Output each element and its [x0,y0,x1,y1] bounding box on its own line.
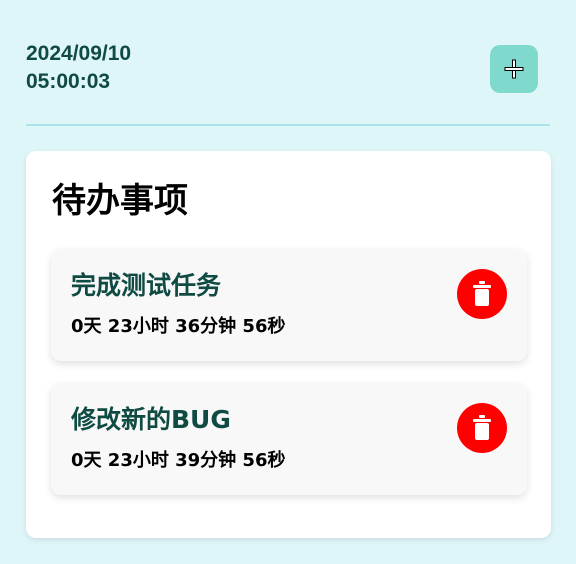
plus-icon [504,59,524,79]
add-todo-button[interactable] [490,45,538,93]
todo-item-countdown: 0天 23小时 39分钟 56秒 [71,450,286,471]
current-date: 2024/09/10 [26,42,132,65]
todo-item: 完成测试任务 0天 23小时 36分钟 56秒 [51,249,527,361]
datetime-display: 2024/09/10 05:00:03 [26,40,131,96]
todo-item-countdown: 0天 23小时 36分钟 56秒 [71,316,286,337]
header: 2024/09/10 05:00:03 [26,40,550,96]
delete-todo-button[interactable] [457,403,507,453]
todo-item: 修改新的BUG 0天 23小时 39分钟 56秒 [51,383,527,495]
delete-todo-button[interactable] [457,269,507,319]
trash-icon [473,415,491,440]
todo-card: 待办事项 完成测试任务 0天 23小时 36分钟 56秒 修改新的BUG 0天 … [26,151,551,538]
todo-card-title: 待办事项 [52,181,188,221]
todo-item-title: 完成测试任务 [71,271,222,300]
trash-icon [473,281,491,306]
header-divider [26,124,550,126]
todo-item-title: 修改新的BUG [71,405,231,434]
current-time: 05:00:03 [26,70,111,93]
